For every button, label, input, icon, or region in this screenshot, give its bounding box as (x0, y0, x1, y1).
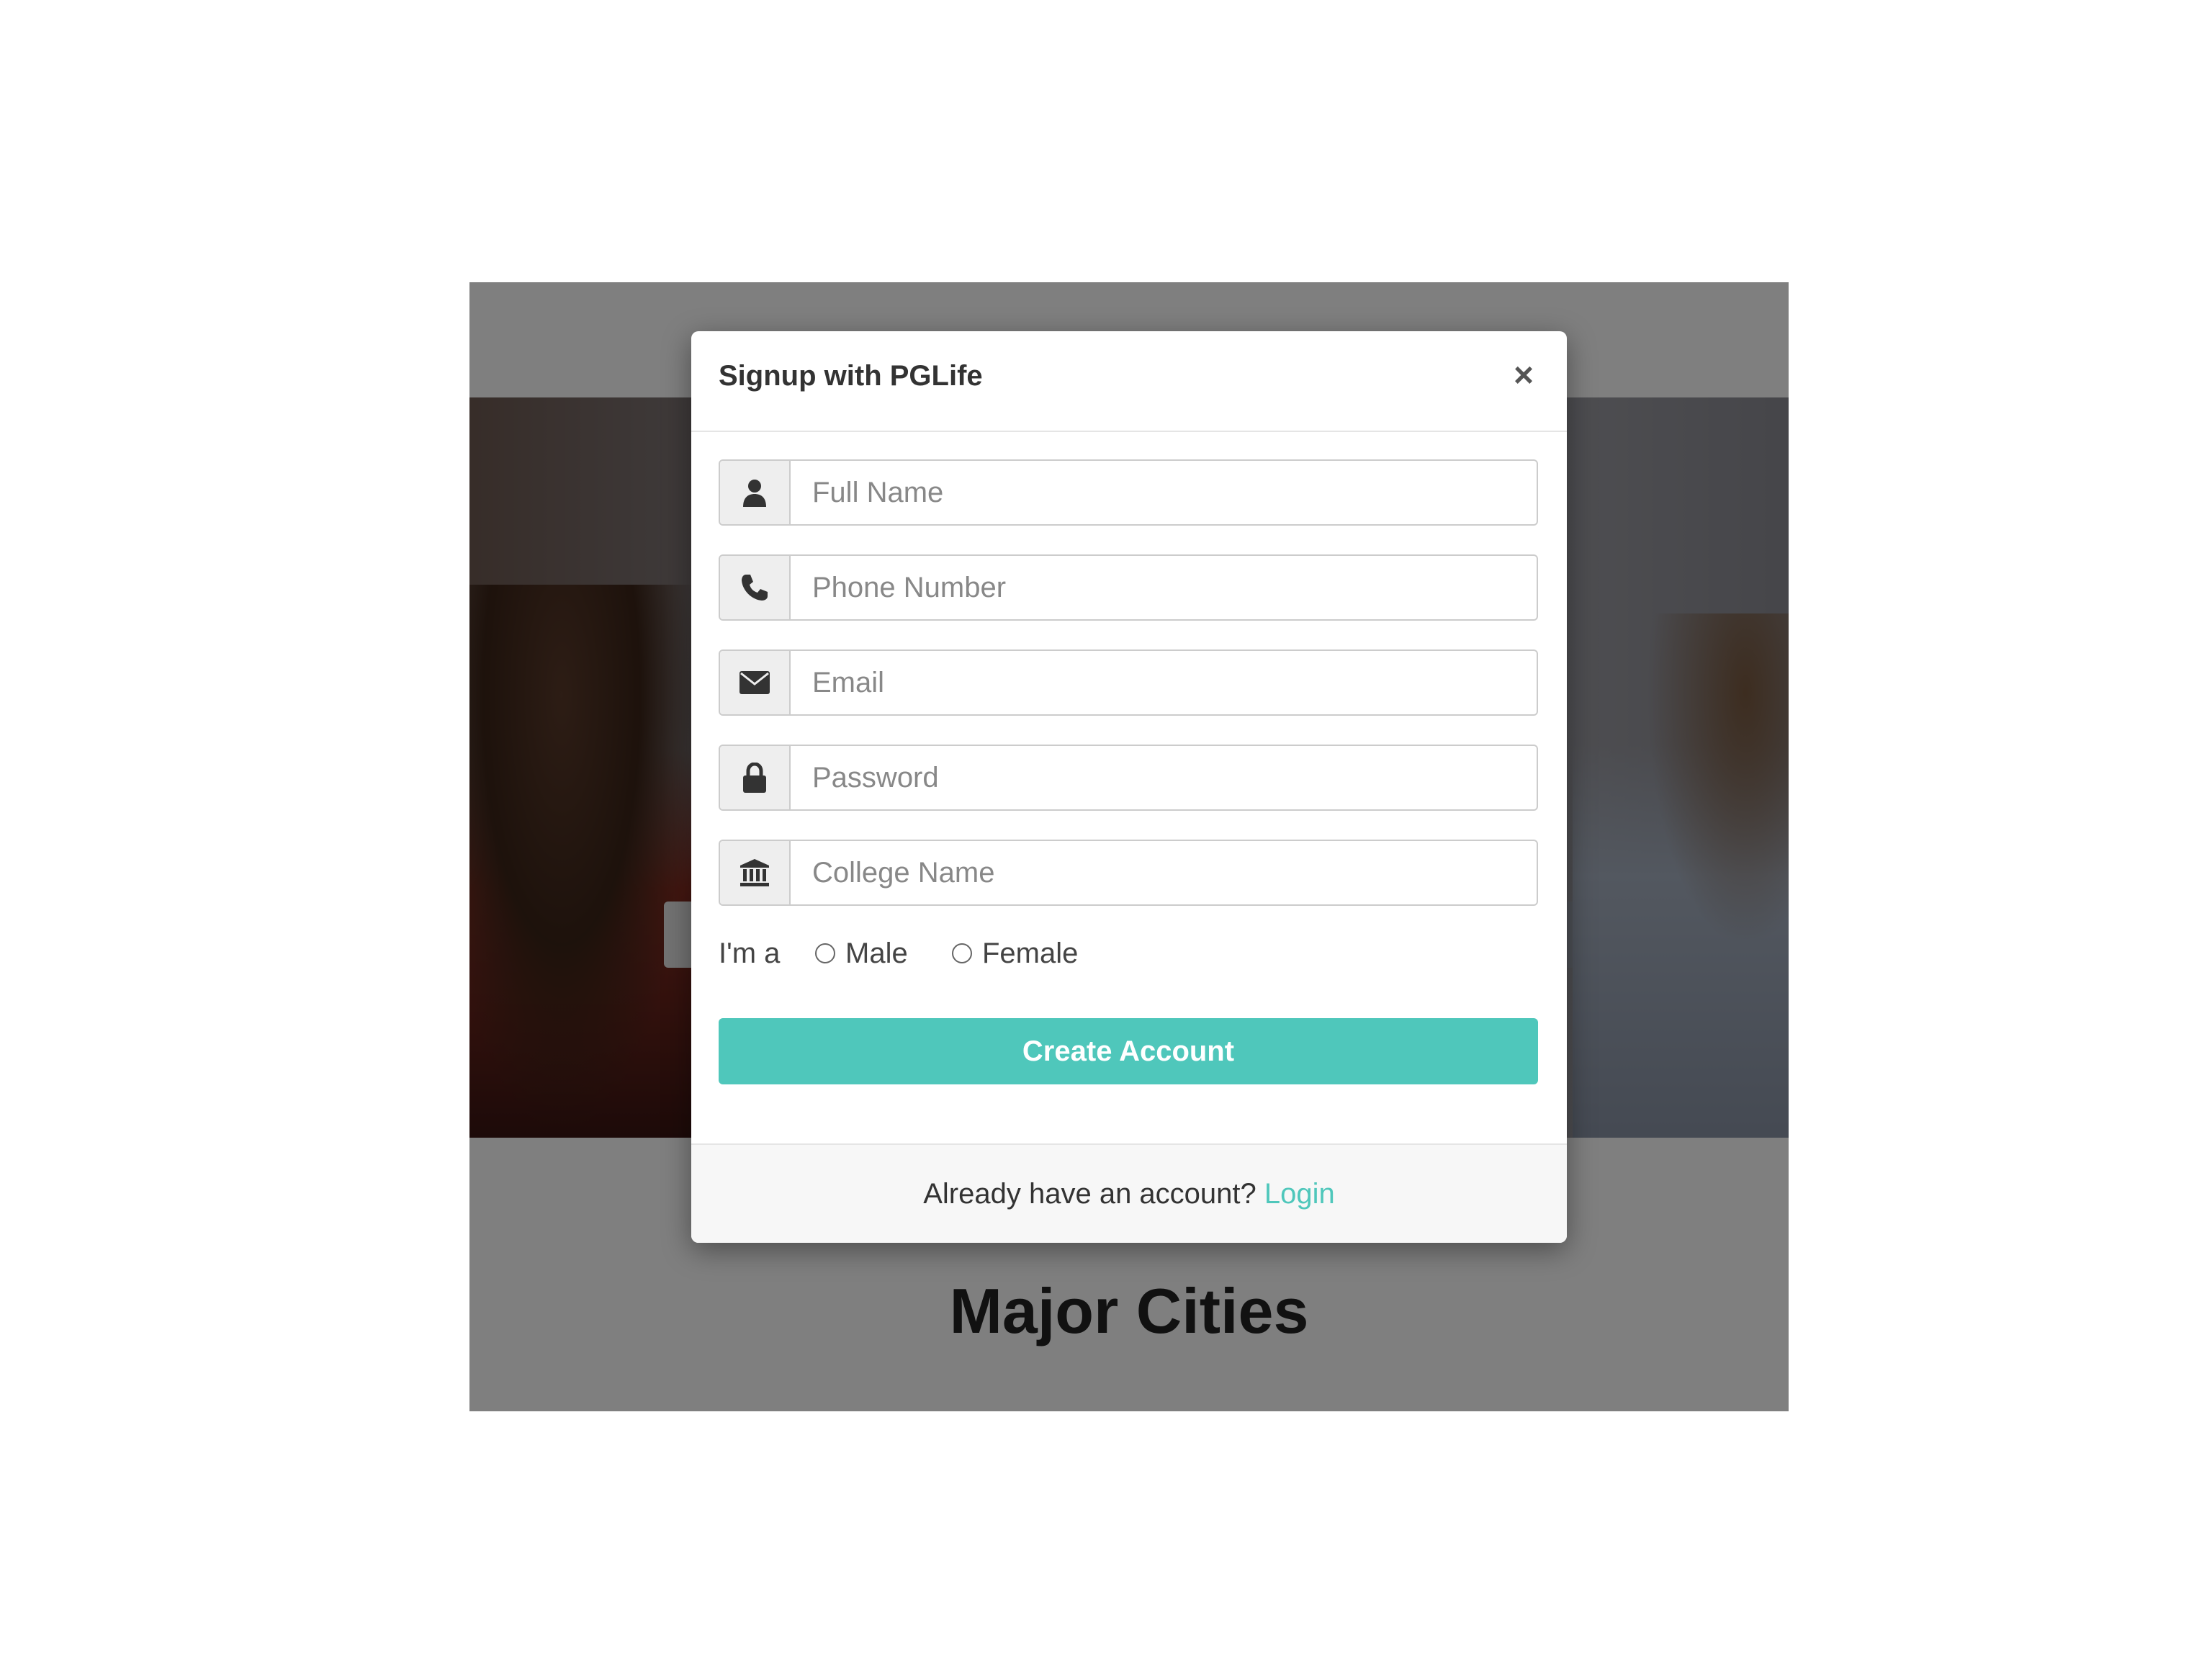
signup-modal: Signup with PGLife × Full Name Phone Num… (691, 331, 1567, 1243)
email-input[interactable] (791, 651, 1537, 714)
modal-title: Signup with PGLife (719, 360, 983, 392)
password-field (719, 745, 1538, 811)
female-radio[interactable] (952, 943, 972, 963)
lock-icon (720, 746, 791, 809)
create-account-button[interactable]: Create Account (719, 1018, 1538, 1084)
modal-header: Signup with PGLife × (691, 331, 1567, 432)
phone-number-field (719, 554, 1538, 621)
full-name-input[interactable] (791, 461, 1537, 524)
user-icon (720, 461, 791, 524)
male-radio[interactable] (815, 943, 835, 963)
close-button[interactable]: × (1506, 359, 1541, 393)
female-label[interactable]: Female (982, 938, 1078, 970)
login-link[interactable]: Login (1264, 1178, 1335, 1210)
email-field (719, 649, 1538, 716)
phone-icon (720, 556, 791, 619)
institution-icon (720, 841, 791, 904)
gender-label: I'm a (719, 938, 781, 969)
phone-number-input[interactable] (791, 556, 1537, 619)
college-name-input[interactable] (791, 841, 1537, 904)
college-name-field (719, 840, 1538, 906)
envelope-icon (720, 651, 791, 714)
modal-footer: Already have an account? Login (691, 1143, 1567, 1243)
gender-selector: I'm a Male Female (719, 932, 1538, 975)
password-input[interactable] (791, 746, 1537, 809)
male-label[interactable]: Male (845, 938, 908, 970)
full-name-field (719, 459, 1538, 526)
login-prompt: Already have an account? (923, 1178, 1264, 1210)
